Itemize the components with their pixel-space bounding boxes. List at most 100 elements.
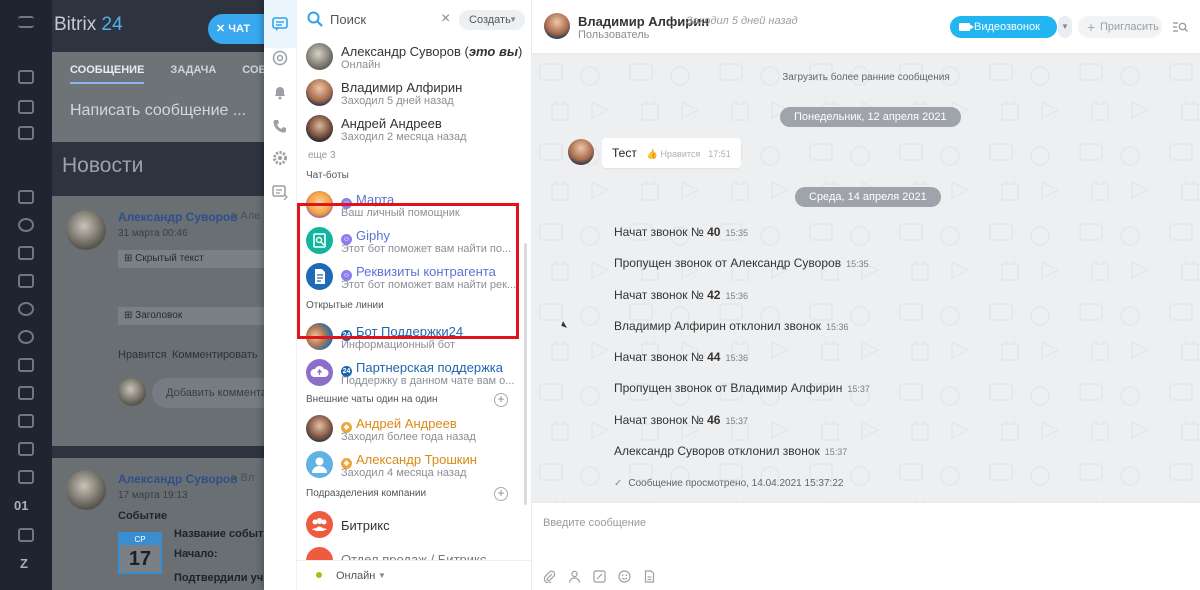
gear-icon[interactable] <box>272 150 288 166</box>
tab-task[interactable]: ЗАДАЧА <box>170 64 216 76</box>
chat-open-button[interactable]: ✕ ЧАТ <box>208 14 264 44</box>
add-department-button[interactable]: + <box>494 487 508 501</box>
cart-icon <box>18 246 34 260</box>
mention-user-icon[interactable] <box>568 570 581 583</box>
section-chatbots: Чат-боты <box>306 170 349 181</box>
phone-icon[interactable] <box>272 118 288 134</box>
chevron-down-icon: ▼ <box>509 15 517 24</box>
system-message: Начат звонок № 44 15:36 <box>614 350 748 364</box>
list-item-self[interactable]: Александр Суворов (это вы) Онлайн <box>297 42 523 78</box>
document-icon[interactable] <box>643 570 656 583</box>
event-confirmed: Подтвердили уч <box>174 572 264 584</box>
avatar <box>306 115 333 142</box>
calendar-icon: СР 17 <box>118 532 162 574</box>
search-input[interactable]: Поиск <box>330 12 366 27</box>
date-separator: Понедельник, 12 апреля 2021 <box>780 107 961 127</box>
like-button[interactable]: 👍 Нравится <box>647 149 700 159</box>
like-link[interactable]: Нравится <box>118 349 167 361</box>
heading-block[interactable]: ⊞ Заголовок <box>118 307 264 325</box>
avatar[interactable] <box>568 139 594 165</box>
chat-header: Владимир Алфирин Заходил 5 дней назад По… <box>532 0 1200 55</box>
chat-messages: Загрузить более ранние сообщения Понедел… <box>532 54 1200 502</box>
chevron-down-icon: ▼ <box>378 571 386 580</box>
chat-search-icon[interactable] <box>1172 20 1188 34</box>
load-earlier-link[interactable]: Загрузить более ранние сообщения <box>532 72 1200 83</box>
system-message: Владимир Алфирин отклонил звонок 15:36 <box>614 319 849 333</box>
close-icon[interactable]: × <box>441 10 450 28</box>
hidden-text-block[interactable]: ⊞ Скрытый текст <box>118 250 264 268</box>
read-receipt: ✓ Сообщение просмотрено, 14.04.2021 15:37… <box>614 478 844 489</box>
list-item-department[interactable]: Отдел продаж / Битрикс <box>297 546 523 560</box>
system-message: Пропущен звонок от Александр Суворов 15:3… <box>614 256 869 270</box>
post-date: 17 марта 19:13 <box>118 490 188 501</box>
group-avatar <box>306 547 333 560</box>
write-message-placeholder[interactable]: Написать сообщение ... <box>70 102 246 120</box>
news-title: Новости <box>62 154 144 177</box>
add-comment-input[interactable]: Добавить комментар <box>152 378 264 408</box>
inbox-icon <box>18 386 34 400</box>
message-bubble[interactable]: Тест 👍 Нравится 17:51 <box>602 138 741 168</box>
list-item-external[interactable]: ◆ Андрей Андреев Заходил более года назад <box>297 414 523 450</box>
show-more-link[interactable]: еще 3 <box>308 150 336 161</box>
group-avatar <box>306 511 333 538</box>
post-author[interactable]: Александр Суворов <box>118 210 238 224</box>
rail-label-01: 01 <box>14 498 29 513</box>
post-date: 31 марта 00:46 <box>118 228 188 239</box>
box-icon <box>18 274 34 288</box>
list-item-user[interactable]: Владимир Алфирин Заходил 5 дней назад <box>297 78 523 114</box>
message-input[interactable]: Введите сообщение <box>543 517 646 529</box>
smile-icon[interactable] <box>618 570 631 583</box>
portal-left-menu: 01 Z <box>0 0 52 590</box>
video-call-menu-button[interactable]: ▼ <box>1058 16 1072 38</box>
list-scrollbar[interactable] <box>524 243 527 505</box>
create-button[interactable]: Создать ▼ <box>459 10 525 30</box>
chat-window: Владимир Алфирин Заходил 5 дней назад По… <box>532 0 1200 590</box>
search-icon <box>307 11 323 27</box>
list-item-external[interactable]: ◆ Александр Трошкин Заходил 4 месяца наза… <box>297 450 523 486</box>
chatbots-highlight-frame <box>297 203 519 339</box>
system-message: Пропущен звонок от Владимир Алфирин 15:37 <box>614 381 870 395</box>
portal-logo: Bitrix 24 <box>54 14 123 35</box>
invite-button[interactable]: + Пригласить <box>1078 16 1162 38</box>
chart-icon <box>18 358 34 372</box>
1c-icon <box>18 470 34 484</box>
list-item-department[interactable]: Битрикс <box>297 510 523 546</box>
openlines-icon[interactable] <box>272 50 288 66</box>
video-icon <box>18 528 34 542</box>
dollar-icon <box>18 330 34 344</box>
chat-icon[interactable] <box>272 16 288 32</box>
message-composer: Введите сообщение <box>532 502 1200 590</box>
system-message: Начат звонок № 42 15:36 <box>614 288 748 302</box>
search-bar: Поиск × Создать ▼ <box>297 0 532 40</box>
post-form-tabs: СООБЩЕНИЕ ЗАДАЧА СОБЫ <box>70 64 264 84</box>
bell-icon[interactable] <box>272 84 288 100</box>
attach-icon[interactable] <box>543 570 556 583</box>
system-message: Александр Суворов отклонил звонок 15:37 <box>614 444 848 458</box>
default-user-avatar <box>306 451 333 478</box>
video-call-button[interactable]: Видеозвонок HD <box>950 16 1057 55</box>
add-external-button[interactable]: + <box>494 393 508 407</box>
recent-list-panel: Поиск × Создать ▼ Александр Суворов (это … <box>297 0 532 590</box>
rail-label-z: Z <box>20 556 28 571</box>
post-author[interactable]: Александр Суворов <box>118 472 238 486</box>
post-recipient: > Але <box>231 210 261 222</box>
last-seen: Заходил 5 дней назад <box>686 15 798 27</box>
background-portal: 01 Z Bitrix 24 ✕ ЧАТ СООБЩЕНИЕ ЗАДАЧА СОБЫ… <box>0 0 264 590</box>
user-status-bar[interactable]: Онлайн ▼ <box>297 560 532 590</box>
list-item-openline[interactable]: 24 Партнерская поддержка Поддержку в данн… <box>297 358 523 394</box>
clock-icon <box>18 218 34 232</box>
list-item-user[interactable]: Андрей Андреев Заходил 2 месяца назад <box>297 114 523 150</box>
avatar[interactable] <box>544 13 570 39</box>
tree-icon <box>18 442 34 456</box>
cloud-icon <box>310 366 329 377</box>
book-icon <box>18 70 34 84</box>
user-icon <box>312 457 327 473</box>
create-task-icon[interactable] <box>593 570 606 583</box>
tab-event[interactable]: СОБЫ <box>242 64 264 76</box>
add-chat-icon[interactable] <box>272 184 288 200</box>
avatar <box>306 415 333 442</box>
comment-link[interactable]: Комментировать <box>172 349 258 361</box>
avatar <box>306 43 333 70</box>
target-icon <box>18 302 34 316</box>
tab-message[interactable]: СООБЩЕНИЕ <box>70 64 145 84</box>
